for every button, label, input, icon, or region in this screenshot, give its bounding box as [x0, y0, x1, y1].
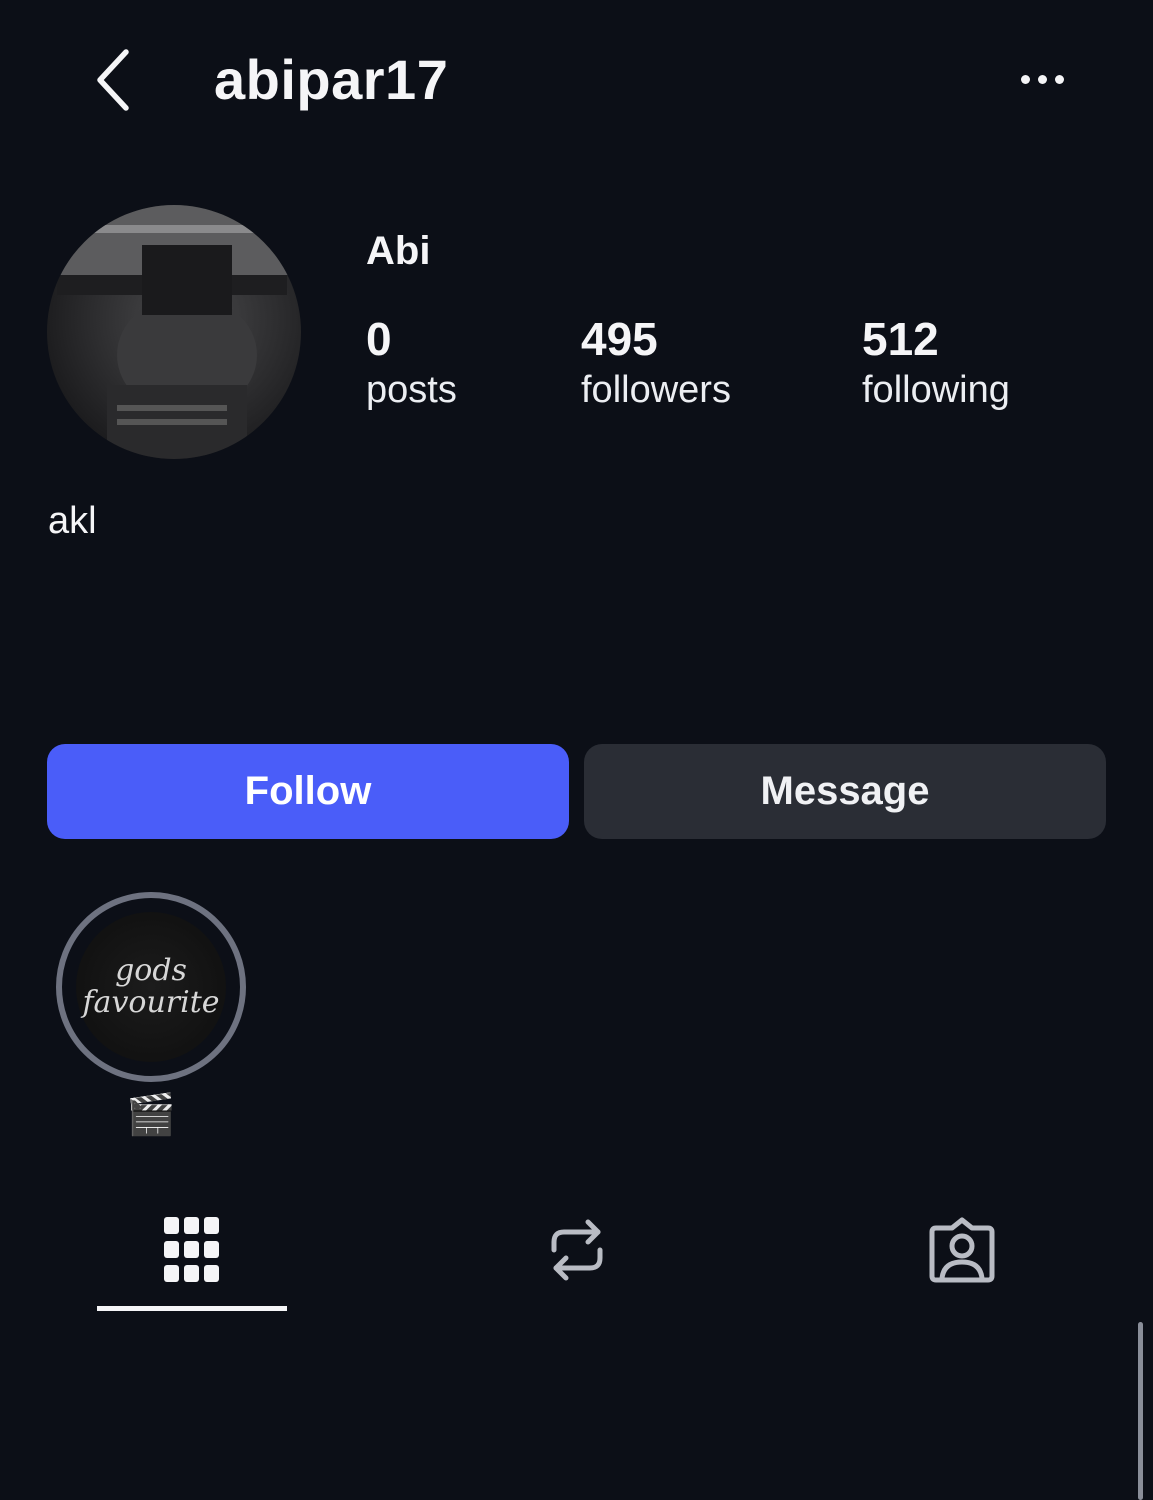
chevron-left-icon	[97, 49, 129, 111]
highlight-label: 🎬	[126, 1093, 176, 1137]
stat-followers[interactable]: 495 followers	[581, 312, 731, 414]
stat-count: 512	[862, 313, 939, 365]
profile-bio: akl	[48, 500, 97, 542]
stat-count: 0	[366, 313, 392, 365]
scrollbar[interactable]	[1138, 1322, 1143, 1500]
repost-icon	[551, 1219, 603, 1281]
tab-reposts[interactable]	[482, 1200, 672, 1300]
story-highlight[interactable]: gods favourite	[56, 892, 246, 1082]
highlight-cover: gods favourite	[76, 912, 226, 1062]
active-tab-indicator	[97, 1306, 287, 1311]
tab-tagged[interactable]	[867, 1200, 1057, 1300]
stat-following[interactable]: 512 following	[862, 312, 1010, 414]
profile-avatar[interactable]	[47, 205, 301, 459]
tab-posts-grid[interactable]	[97, 1200, 287, 1300]
highlight-cover-text: favourite	[82, 985, 220, 1020]
ellipsis-dot	[1037, 74, 1047, 84]
back-button[interactable]	[84, 44, 144, 116]
avatar-photo	[47, 205, 301, 459]
profile-username: abipar17	[214, 48, 449, 111]
ellipsis-icon	[1020, 74, 1030, 84]
ellipsis-dot	[1054, 74, 1064, 84]
highlight-cover-text: gods	[115, 953, 187, 988]
follow-button[interactable]: Follow	[47, 744, 569, 839]
message-button[interactable]: Message	[584, 744, 1106, 839]
stat-label: posts	[366, 369, 457, 411]
grid-icon	[164, 1217, 219, 1282]
profile-display-name: Abi	[366, 229, 431, 273]
stat-label: following	[862, 369, 1010, 411]
stat-label: followers	[581, 369, 731, 411]
stat-posts[interactable]: 0 posts	[366, 312, 457, 414]
tagged-person-icon	[929, 1217, 995, 1283]
stat-count: 495	[581, 313, 658, 365]
more-options-button[interactable]	[1004, 58, 1080, 100]
